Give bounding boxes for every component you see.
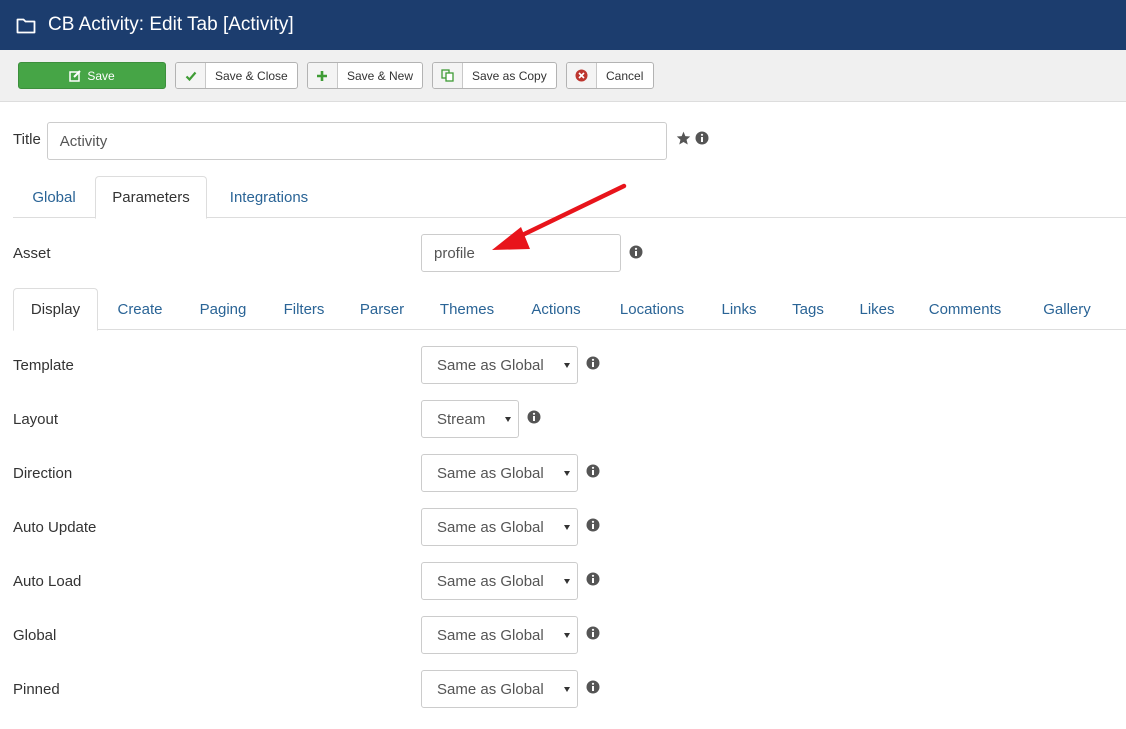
tab-parameters[interactable]: Parameters bbox=[95, 176, 207, 219]
caret-down-icon bbox=[564, 579, 570, 584]
direction-select[interactable]: Same as Global bbox=[421, 454, 578, 492]
check-icon bbox=[176, 63, 206, 88]
cancel-button[interactable]: Cancel bbox=[566, 62, 654, 89]
title-label: Title bbox=[13, 130, 41, 148]
info-icon[interactable] bbox=[586, 680, 600, 694]
info-icon[interactable] bbox=[629, 245, 643, 259]
save-new-button[interactable]: Save & New bbox=[307, 62, 423, 89]
info-icon[interactable] bbox=[586, 626, 600, 640]
info-icon[interactable] bbox=[527, 410, 541, 424]
tab-integrations[interactable]: Integrations bbox=[207, 176, 331, 218]
tab-parser[interactable]: Parser bbox=[344, 288, 420, 330]
caret-down-icon bbox=[564, 525, 570, 530]
layout-select-value: Stream bbox=[437, 410, 486, 428]
tab-links[interactable]: Links bbox=[706, 288, 772, 330]
template-select-value: Same as Global bbox=[437, 356, 544, 374]
caret-down-icon bbox=[505, 417, 511, 422]
tab-themes[interactable]: Themes bbox=[420, 288, 514, 330]
tab-comments[interactable]: Comments bbox=[910, 288, 1020, 330]
asset-input[interactable]: profile bbox=[421, 234, 621, 272]
tab-global[interactable]: Global bbox=[13, 176, 95, 218]
save-new-label: Save & New bbox=[346, 68, 413, 83]
save-button[interactable]: Save bbox=[18, 62, 166, 89]
tab-display[interactable]: Display bbox=[13, 288, 98, 331]
tab-actions[interactable]: Actions bbox=[514, 288, 598, 330]
save-close-button[interactable]: Save & Close bbox=[175, 62, 298, 89]
tab-locations[interactable]: Locations bbox=[598, 288, 706, 330]
save-copy-button[interactable]: Save as Copy bbox=[432, 62, 557, 89]
caret-down-icon bbox=[564, 363, 570, 368]
title-icons bbox=[676, 131, 709, 145]
global-select-value: Same as Global bbox=[437, 626, 544, 644]
plus-icon bbox=[308, 63, 338, 88]
caret-down-icon bbox=[564, 633, 570, 638]
auto-load-select-value: Same as Global bbox=[437, 572, 544, 590]
save-close-label: Save & Close bbox=[215, 68, 288, 83]
star-icon[interactable] bbox=[676, 131, 691, 145]
cancel-label: Cancel bbox=[606, 68, 644, 83]
sub-tabs: Display Create Paging Filters Parser The… bbox=[13, 288, 1126, 331]
direction-select-value: Same as Global bbox=[437, 464, 544, 482]
auto-load-label: Auto Load bbox=[13, 573, 82, 590]
layout-select[interactable]: Stream bbox=[421, 400, 519, 438]
pinned-select-value: Same as Global bbox=[437, 680, 544, 698]
tab-likes[interactable]: Likes bbox=[844, 288, 910, 330]
save-button-label: Save bbox=[87, 68, 115, 83]
info-icon[interactable] bbox=[695, 131, 709, 145]
cancel-circle-icon bbox=[567, 63, 597, 88]
page-title: CB Activity: Edit Tab [Activity] bbox=[48, 14, 294, 35]
layout-label: Layout bbox=[13, 411, 59, 428]
tab-tags[interactable]: Tags bbox=[772, 288, 844, 330]
auto-load-select[interactable]: Same as Global bbox=[421, 562, 578, 600]
toolbar: Save Save & Close Save & New Save as Cop… bbox=[0, 50, 1126, 102]
info-icon[interactable] bbox=[586, 464, 600, 478]
folder-icon bbox=[16, 16, 38, 34]
tab-gallery[interactable]: Gallery bbox=[1020, 288, 1114, 330]
caret-down-icon bbox=[564, 471, 570, 476]
edit-icon bbox=[69, 63, 82, 88]
info-icon[interactable] bbox=[586, 356, 600, 370]
title-input[interactable]: Activity bbox=[46, 122, 667, 160]
main-tabs: Global Parameters Integrations bbox=[13, 176, 1126, 219]
template-label: Template bbox=[13, 357, 74, 374]
copy-icon bbox=[433, 63, 463, 88]
title-row: Title Activity bbox=[13, 122, 667, 160]
global-label: Global bbox=[13, 627, 57, 644]
info-icon[interactable] bbox=[586, 572, 600, 586]
tab-create[interactable]: Create bbox=[98, 288, 182, 330]
page-header: CB Activity: Edit Tab [Activity] bbox=[0, 0, 1126, 50]
pinned-select[interactable]: Same as Global bbox=[421, 670, 578, 708]
pinned-label: Pinned bbox=[13, 681, 60, 698]
global-select[interactable]: Same as Global bbox=[421, 616, 578, 654]
info-icon[interactable] bbox=[586, 518, 600, 532]
tab-filters[interactable]: Filters bbox=[264, 288, 344, 330]
asset-label: Asset bbox=[13, 245, 51, 262]
template-select[interactable]: Same as Global bbox=[421, 346, 578, 384]
tab-paging[interactable]: Paging bbox=[182, 288, 264, 330]
direction-label: Direction bbox=[13, 465, 73, 482]
save-copy-label: Save as Copy bbox=[472, 68, 547, 83]
auto-update-select[interactable]: Same as Global bbox=[421, 508, 578, 546]
auto-update-select-value: Same as Global bbox=[437, 518, 544, 536]
caret-down-icon bbox=[564, 687, 570, 692]
auto-update-label: Auto Update bbox=[13, 519, 97, 536]
